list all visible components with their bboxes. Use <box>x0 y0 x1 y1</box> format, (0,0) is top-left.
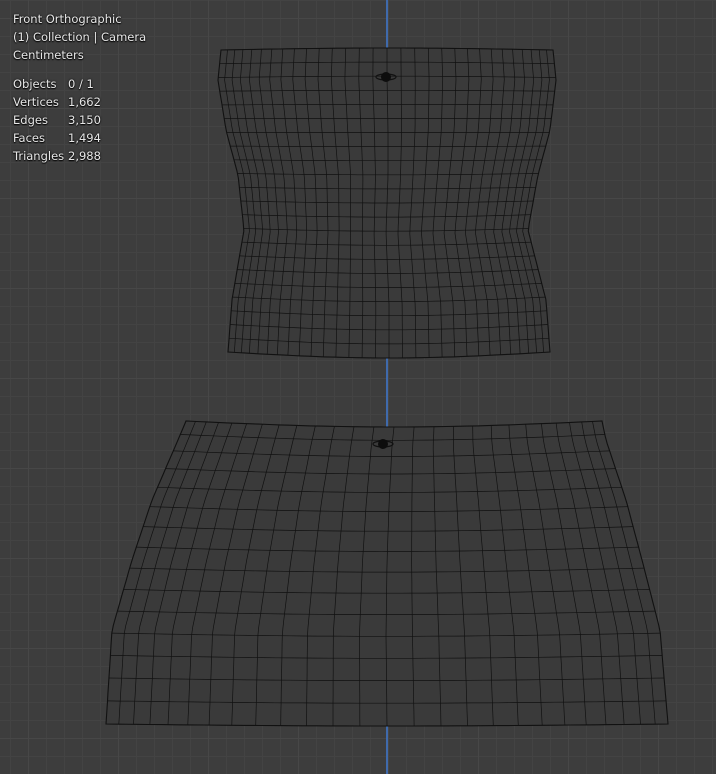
stat-faces: Faces 1,494 <box>13 129 146 147</box>
top-mesh-object[interactable] <box>217 47 557 359</box>
viewport-info-overlay: Front Orthographic (1) Collection | Came… <box>13 10 146 165</box>
units-label: Centimeters <box>13 48 84 62</box>
stat-edges: Edges 3,150 <box>13 111 146 129</box>
view-name: Front Orthographic <box>13 12 122 26</box>
stat-label: Faces <box>13 131 45 145</box>
stat-value: 0 / 1 <box>68 77 94 91</box>
stat-label: Triangles <box>13 149 65 163</box>
stat-triangles: Triangles 2,988 <box>13 147 146 165</box>
collection-info: (1) Collection | Camera <box>13 30 147 44</box>
stat-value: 1,494 <box>68 131 101 145</box>
3d-viewport[interactable]: Front Orthographic (1) Collection | Came… <box>0 0 716 774</box>
stat-label: Objects <box>13 77 57 91</box>
stat-value: 3,150 <box>68 113 101 127</box>
stat-vertices: Vertices 1,662 <box>13 93 146 111</box>
stat-value: 2,988 <box>68 149 101 163</box>
stat-value: 1,662 <box>68 95 101 109</box>
stat-objects: Objects 0 / 1 <box>13 75 146 93</box>
skirt-mesh-object[interactable] <box>105 420 669 727</box>
stat-label: Vertices <box>13 95 59 109</box>
stat-label: Edges <box>13 113 48 127</box>
